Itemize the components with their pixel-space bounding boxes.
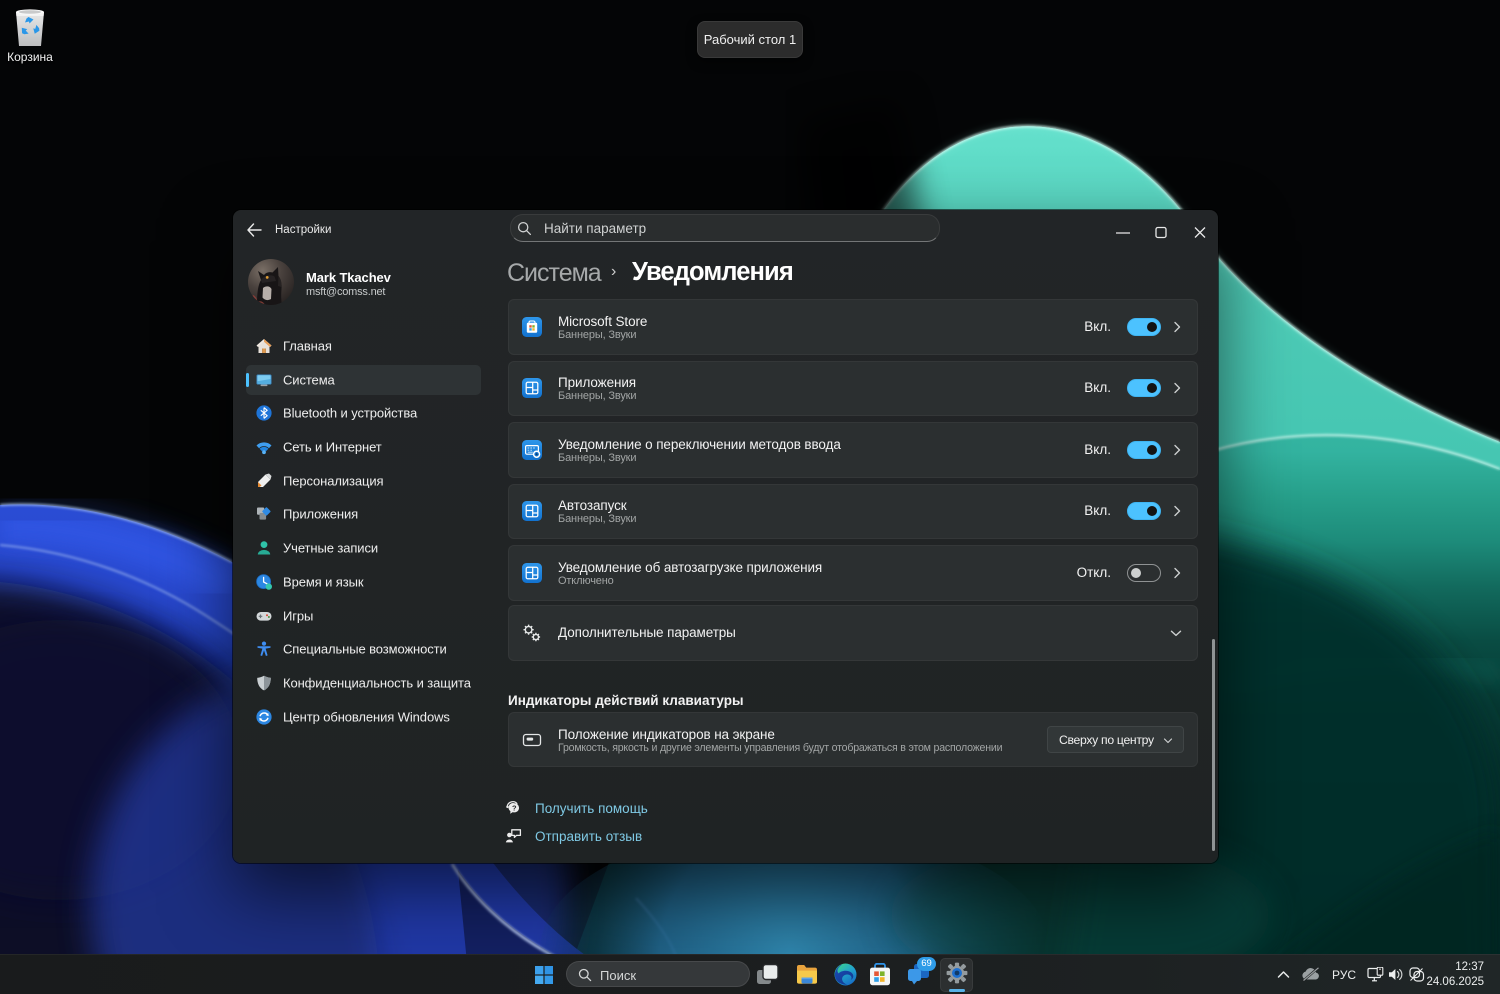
svg-text:?: ?	[512, 804, 517, 813]
